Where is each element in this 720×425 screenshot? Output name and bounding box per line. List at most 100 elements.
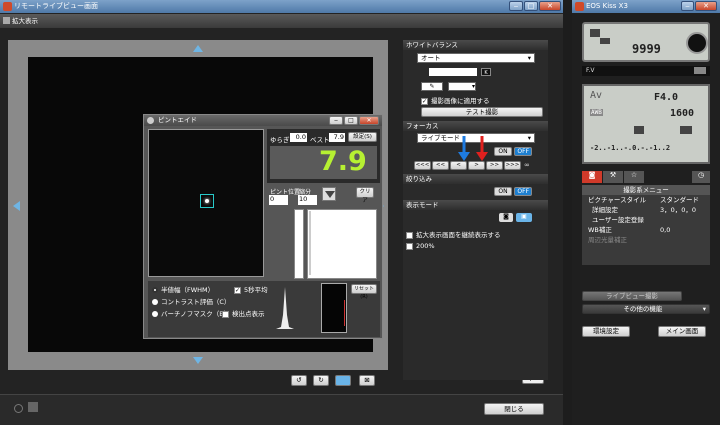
wb-shift-select[interactable]: ▾ <box>448 82 476 91</box>
avg-checkbox[interactable]: ✓ 5秒平均 <box>234 284 268 294</box>
sway-value: 0.0 <box>290 133 307 142</box>
pan-left-icon[interactable] <box>13 201 20 211</box>
bahtinov-preview <box>321 283 347 333</box>
continuous-checkbox[interactable]: 拡大表示画面を継続表示する <box>406 229 501 239</box>
maximize-button[interactable]: □ <box>524 1 538 11</box>
focus-aid-maximize-button[interactable]: □ <box>344 116 358 125</box>
tab-tools-icon[interactable]: ⚒ <box>603 171 623 183</box>
avg-check-icon[interactable]: ✓ <box>234 286 241 294</box>
red-arrow-icon <box>476 136 488 161</box>
wb-select[interactable]: オート ▾ <box>417 53 535 63</box>
aperture-off-button[interactable]: OFF <box>514 187 533 196</box>
focus-aid-minimize-button[interactable]: ‒ <box>329 116 343 125</box>
main-window-label: メイン画面 <box>665 327 699 335</box>
grid-toggle-icon[interactable] <box>335 375 351 386</box>
close-window-button[interactable]: ✕ <box>539 1 561 11</box>
exposure-scale[interactable]: -2..-1..-.0.-.-1..2 <box>590 144 670 152</box>
close-label: 閉じる <box>504 405 524 413</box>
detect-check-icon[interactable] <box>222 310 229 318</box>
aperture-value[interactable]: F4.0 <box>654 92 678 103</box>
reduce-input[interactable]: 10 <box>298 195 317 205</box>
continuous-label: 拡大表示画面を継続表示する <box>416 231 501 239</box>
reset-button[interactable]: リセット(R) <box>351 284 377 300</box>
camera-mode-icon <box>590 29 600 37</box>
focus-near-2-button[interactable]: >> <box>486 161 503 170</box>
iso-value[interactable]: 1600 <box>670 108 694 119</box>
rotate-left-icon[interactable]: ↺ <box>291 375 307 386</box>
other-functions-button[interactable]: その他の機能 ▾ <box>582 304 710 314</box>
focus-near-3-button[interactable]: >>> <box>504 161 521 170</box>
test-shot-button[interactable]: テスト撮影 <box>421 107 543 117</box>
preferences-label: 環境設定 <box>593 327 619 335</box>
focus-far-3-button[interactable]: <<< <box>414 161 431 170</box>
wb-apply-checkbox[interactable]: ✓ 撮影画像に適用する <box>421 95 490 105</box>
menu-item-detail[interactable]: 詳細設定 3，0，0，0 <box>582 205 710 215</box>
menu-item-user-register[interactable]: ユーザー設定登録 <box>582 215 710 225</box>
focus-aid-dialog: ピントエイド ‒ □ ✕ ゆらぎ 0.0 ベスト 7.9 設定(S) 7.9 ピ… <box>143 114 383 339</box>
camera-close-button[interactable]: ✕ <box>695 1 717 11</box>
drive-icon[interactable] <box>680 126 692 134</box>
camera-display-icon[interactable]: ◙ <box>499 213 513 222</box>
zoom200-checkbox[interactable]: 200% <box>406 242 435 250</box>
minimize-button[interactable]: ‒ <box>509 1 523 11</box>
dropdown-icon[interactable] <box>322 187 336 201</box>
shoot-mode[interactable]: Av <box>590 90 602 101</box>
focus-off-button[interactable]: OFF <box>514 147 533 156</box>
menu-item-peripheral[interactable]: 周辺光量補正 <box>582 235 710 245</box>
wb-apply-check-icon[interactable]: ✓ <box>421 97 428 105</box>
zoom-window-icon <box>3 17 10 24</box>
tab-timer-icon[interactable]: ◷ <box>692 171 710 183</box>
detect-checkbox[interactable]: 検出点表示 <box>222 308 265 318</box>
continuous-check-icon[interactable] <box>406 231 413 239</box>
app-icon <box>3 2 12 11</box>
focus-on-button[interactable]: ON <box>494 147 512 156</box>
close-button[interactable]: 閉じる <box>484 403 544 415</box>
aperture-on-button[interactable]: ON <box>494 187 512 196</box>
radio-contrast[interactable]: コントラスト評価（C） <box>152 296 230 306</box>
detect-label: 検出点表示 <box>232 310 265 318</box>
quality-icon[interactable] <box>634 126 644 134</box>
radio-bahtinov[interactable]: バーチノフマスク（B） <box>152 308 230 318</box>
settings-button[interactable]: 設定(S) <box>348 132 377 142</box>
focus-aid-icon <box>147 117 154 124</box>
camera-window: EOS Kiss X3 ‒ ✕ 9999 F.V Av F4.0 AWB 160… <box>572 0 720 425</box>
eyedropper-icon[interactable]: ✎ <box>421 82 443 91</box>
menu-item-picture-style[interactable]: ピクチャースタイル スタンダード <box>582 195 710 205</box>
pan-up-icon[interactable] <box>193 45 203 52</box>
display-mode-header: 表示モード <box>403 200 548 210</box>
main-titlebar[interactable]: リモートライブビュー画面 <box>0 0 563 13</box>
focus-near-1-button[interactable]: > <box>468 161 485 170</box>
position-input[interactable]: 0 <box>269 195 288 205</box>
focus-far-1-button[interactable]: < <box>450 161 467 170</box>
menu-item-wb-shift[interactable]: WB補正 0,0 <box>582 225 710 235</box>
top-lcd: 9999 <box>582 22 710 62</box>
focus-mode: ライブモード <box>421 134 460 142</box>
preferences-button[interactable]: 環境設定 <box>582 326 630 337</box>
pan-down-icon[interactable] <box>193 357 203 364</box>
liveview-button[interactable]: ライブビュー撮影 <box>582 291 682 301</box>
radio-fwhm[interactable]: 半値幅（FWHM） <box>152 284 214 294</box>
wb-mode: オート <box>421 54 441 62</box>
tab-shooting-icon[interactable]: ◙ <box>582 171 602 183</box>
other-functions-label: その他の機能 <box>623 305 663 313</box>
zoom200-check-icon[interactable] <box>406 242 413 250</box>
radio-contrast-label: コントラスト評価（C） <box>161 298 231 306</box>
zoom200-label: 200% <box>416 242 435 250</box>
window-title: リモートライブビュー画面 <box>14 2 98 10</box>
fit-icon[interactable]: ⊠ <box>359 375 375 386</box>
main-window-button[interactable]: メイン画面 <box>658 326 706 337</box>
pc-display-icon[interactable]: ▣ <box>516 213 532 222</box>
focus-aid-close-button[interactable]: ✕ <box>359 116 379 125</box>
wb-apply-label: 撮影画像に適用する <box>431 97 490 105</box>
camera-minimize-button[interactable]: ‒ <box>681 1 694 11</box>
clear-button[interactable]: クリア <box>356 187 374 204</box>
star-point <box>205 199 209 203</box>
tab-star-icon[interactable]: ☆ <box>624 171 644 183</box>
graph-axis <box>309 211 311 275</box>
rotate-right-icon[interactable]: ↻ <box>313 375 329 386</box>
graph-scrollbar[interactable] <box>294 209 304 279</box>
dial-icon[interactable] <box>686 32 708 54</box>
focus-far-2-button[interactable]: << <box>432 161 449 170</box>
status-icon <box>14 404 23 413</box>
awb-badge[interactable]: AWB <box>590 109 603 116</box>
